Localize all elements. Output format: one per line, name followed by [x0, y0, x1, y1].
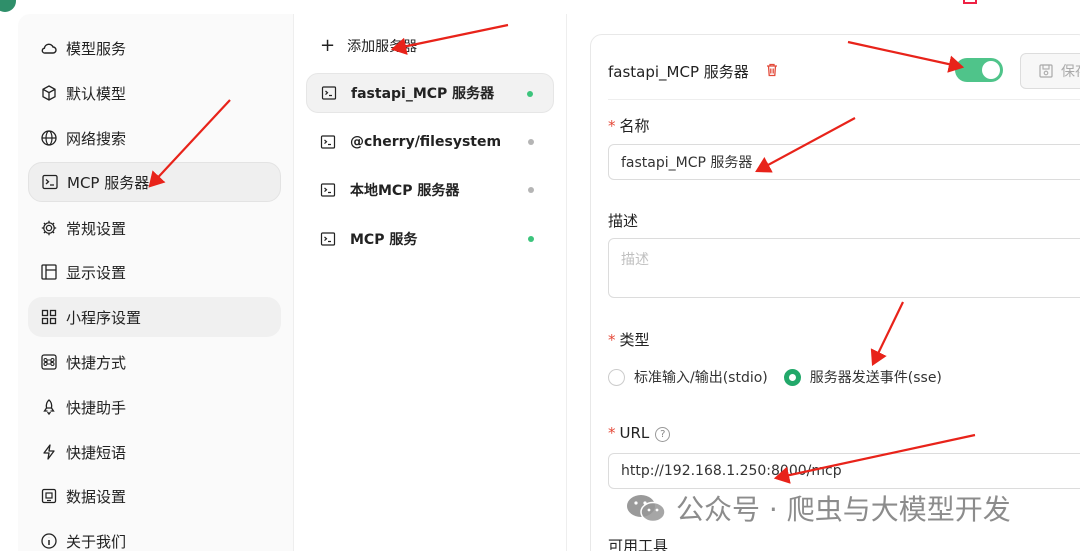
server-item[interactable]: MCP 服务: [306, 219, 554, 259]
terminal-icon: [320, 232, 336, 246]
cloud-icon: [40, 39, 58, 57]
server-name: 本地MCP 服务器: [350, 183, 460, 199]
terminal-icon: [321, 86, 337, 100]
sidebar-item-default-model[interactable]: 默认模型: [28, 73, 281, 113]
globe-icon: [40, 129, 58, 147]
type-radio-group: 标准输入/输出(stdio) 服务器发送事件(sse): [608, 367, 958, 387]
sidebar-item-label: 显示设置: [66, 263, 127, 282]
server-name: MCP 服务: [350, 232, 418, 248]
gear-icon: [40, 219, 58, 237]
grid-icon: [40, 308, 58, 326]
sidebar-item-shortcuts[interactable]: 快捷方式: [28, 342, 281, 382]
sidebar-item-quick-assistant[interactable]: 快捷助手: [28, 387, 281, 427]
url-field[interactable]: http://192.168.1.250:8000/mcp: [608, 453, 1080, 489]
description-label: 描述: [608, 212, 639, 230]
status-dot: [527, 91, 533, 97]
server-list-panel: + 添加服务器 fastapi_MCP 服务器 @cherry/filesyst…: [293, 14, 567, 551]
watermark: 公众号 · 爬虫与大模型开发: [624, 488, 1011, 528]
zap-icon: [40, 443, 58, 461]
type-label: * 类型: [608, 331, 650, 349]
sidebar-item-label: 网络搜索: [66, 129, 127, 148]
required-mark: *: [608, 424, 616, 442]
divider: [608, 99, 1080, 100]
required-mark: *: [608, 117, 616, 135]
toggle-knob: [982, 61, 1000, 79]
sidebar-item-data-settings[interactable]: 数据设置: [28, 476, 281, 516]
sidebar-item-quick-phrases[interactable]: 快捷短语: [28, 432, 281, 472]
sidebar-item-label: 快捷短语: [66, 443, 127, 462]
tools-label: 可用工具: [608, 537, 669, 551]
plus-icon: +: [320, 35, 336, 56]
server-name: fastapi_MCP 服务器: [351, 86, 495, 102]
save-label: 保存: [1061, 64, 1080, 80]
status-dot: [528, 139, 534, 145]
description-field[interactable]: 描述: [608, 238, 1080, 298]
watermark-text: 公众号 · 爬虫与大模型开发: [676, 493, 1011, 526]
sidebar-item-label: 快捷方式: [66, 353, 127, 372]
radio-circle-selected: [783, 368, 801, 386]
sidebar-item-label: 默认模型: [66, 84, 127, 103]
sidebar-item-label: 小程序设置: [66, 308, 142, 327]
status-dot: [528, 187, 534, 193]
radio-stdio[interactable]: 标准输入/输出(stdio): [608, 367, 768, 387]
server-detail-panel: fastapi_MCP 服务器 保存 *名称 fastapi_MCP 服务器 描…: [590, 34, 1080, 551]
info-icon: [40, 532, 58, 550]
app-logo: [0, 0, 16, 12]
sidebar-item-display-settings[interactable]: 显示设置: [28, 252, 281, 292]
sidebar-item-label: 快捷助手: [66, 398, 127, 417]
enable-toggle[interactable]: [955, 58, 1003, 82]
sidebar-item-miniapp-settings[interactable]: 小程序设置: [28, 297, 281, 337]
layout-icon: [40, 263, 58, 281]
save-icon: [1039, 64, 1053, 78]
wechat-icon: [627, 495, 666, 523]
server-item[interactable]: @cherry/filesystem: [306, 122, 554, 162]
sidebar-item-general-settings[interactable]: 常规设置: [28, 208, 281, 248]
server-item[interactable]: fastapi_MCP 服务器: [306, 73, 554, 113]
server-title: fastapi_MCP 服务器: [608, 63, 749, 81]
help-icon[interactable]: ?: [655, 427, 671, 442]
sidebar-item-label: MCP 服务器: [67, 173, 150, 192]
rocket-icon: [40, 398, 58, 416]
url-label: * URL?: [608, 424, 671, 442]
name-label: * 名称: [608, 117, 650, 135]
terminal-icon: [320, 183, 336, 197]
save-button[interactable]: 保存: [1020, 53, 1080, 89]
top-bar: [0, 0, 1080, 14]
sidebar-item-web-search[interactable]: 网络搜索: [28, 118, 281, 158]
sidebar-item-label: 关于我们: [66, 532, 127, 551]
command-icon: [40, 353, 58, 371]
server-item[interactable]: 本地MCP 服务器: [306, 170, 554, 210]
server-name: @cherry/filesystem: [350, 134, 502, 150]
sidebar-item-about[interactable]: 关于我们: [28, 521, 281, 551]
terminal-icon: [320, 135, 336, 149]
sidebar-item-mcp-servers[interactable]: MCP 服务器: [28, 162, 281, 202]
name-field[interactable]: fastapi_MCP 服务器: [608, 144, 1080, 180]
required-mark: *: [608, 331, 616, 349]
cube-icon: [40, 84, 58, 102]
sidebar-item-label: 常规设置: [66, 219, 127, 238]
trash-icon-top[interactable]: [963, 0, 977, 4]
radio-circle: [608, 368, 625, 386]
add-server-label: 添加服务器: [347, 39, 418, 55]
sidebar-item-model-service[interactable]: 模型服务: [28, 28, 281, 68]
database-icon: [40, 487, 58, 505]
terminal-icon: [41, 173, 59, 191]
status-dot: [528, 236, 534, 242]
trash-icon[interactable]: [764, 62, 780, 78]
settings-sidebar: 模型服务 默认模型 网络搜索 MCP 服务器 常规设置 显示设置 小程序设置 快…: [18, 14, 293, 551]
sidebar-item-label: 数据设置: [66, 487, 127, 506]
add-server-button[interactable]: + 添加服务器: [320, 36, 417, 56]
radio-sse[interactable]: 服务器发送事件(sse): [783, 367, 942, 387]
sidebar-item-label: 模型服务: [66, 39, 127, 58]
